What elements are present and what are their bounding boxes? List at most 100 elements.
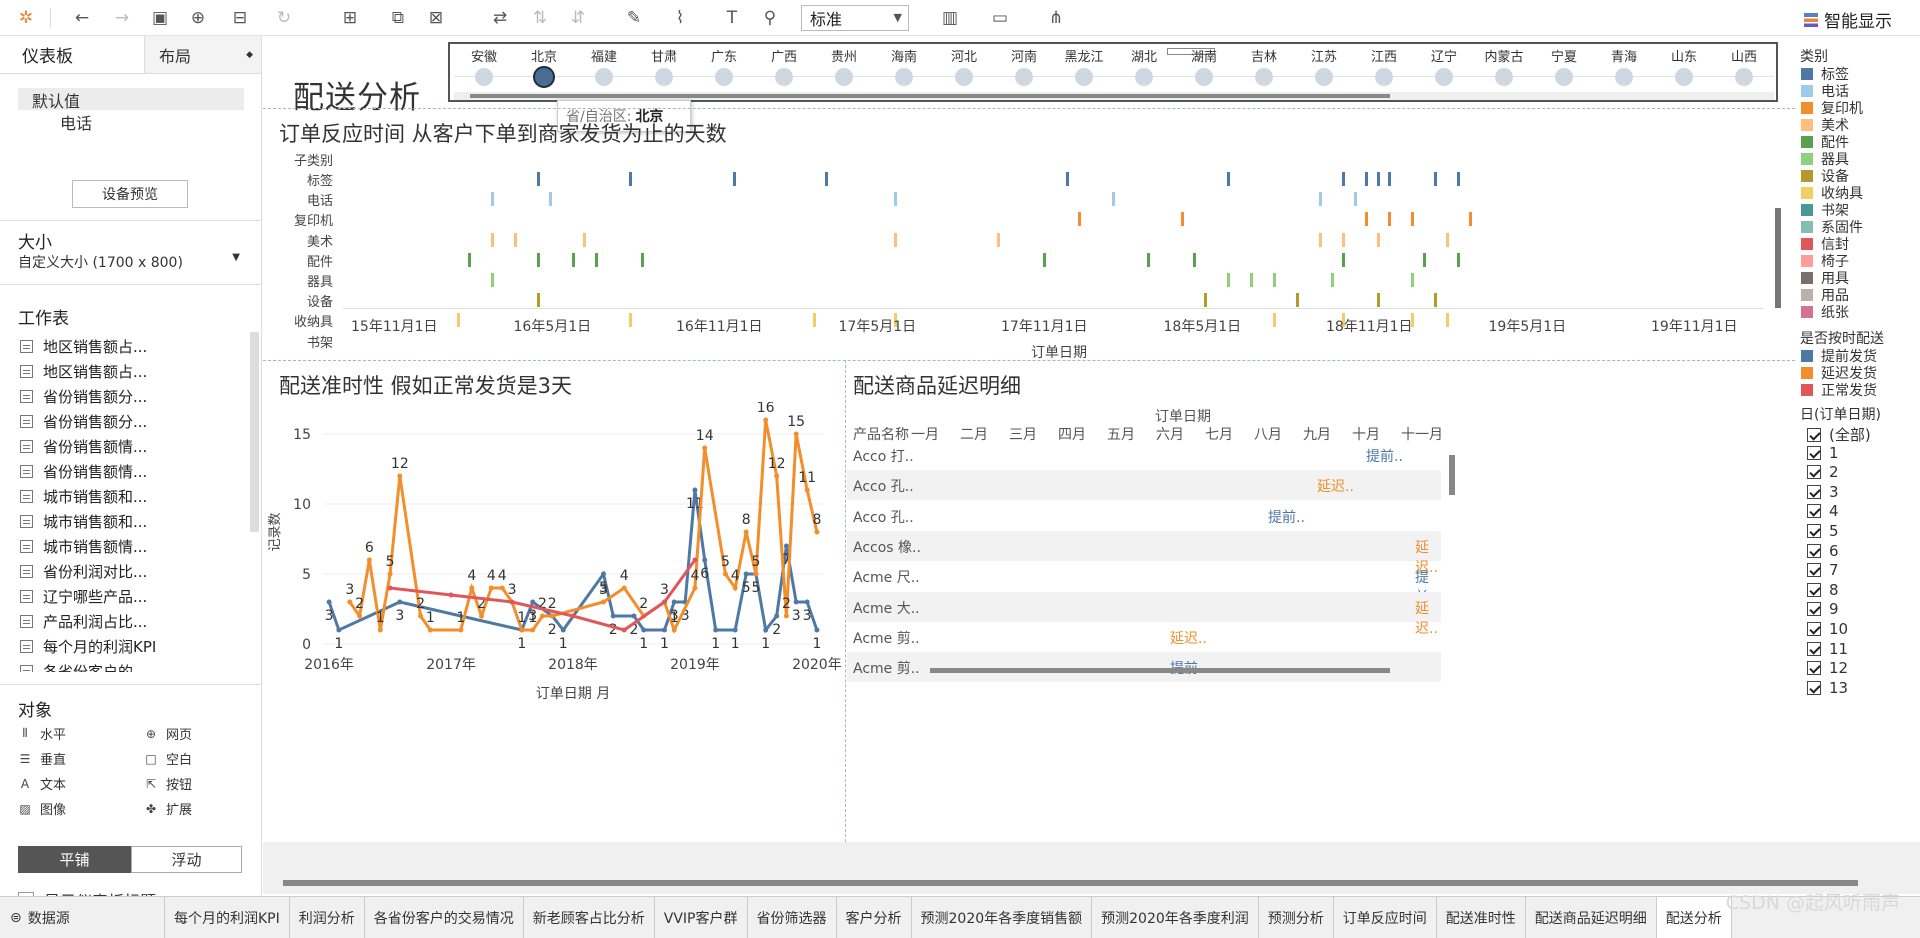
new-datasource-icon[interactable]: ⊕ <box>186 6 210 30</box>
sheet-tab[interactable]: 订单反应时间 <box>1334 897 1437 938</box>
share-icon[interactable]: ⋔ <box>1044 6 1068 30</box>
object-vertical[interactable]: ☰ 垂直 <box>18 749 66 769</box>
day-checkbox[interactable]: 11 <box>1807 640 1848 658</box>
table-row[interactable]: Acco 孔.. 提前.. <box>847 501 1441 531</box>
day-checkbox[interactable]: 8 <box>1807 581 1839 599</box>
tile-button[interactable]: 平铺 <box>18 846 131 873</box>
sheet-tab[interactable]: 客户分析 <box>837 897 912 938</box>
sheet-tab[interactable]: 省份筛选器 <box>748 897 837 938</box>
sheet-item[interactable]: 省份销售额分... <box>20 384 250 409</box>
size-select[interactable]: 自定义大小 (1700 x 800) ▼ <box>18 252 244 272</box>
day-checkbox[interactable]: 10 <box>1807 620 1848 638</box>
canvas-h-scrollbar[interactable] <box>283 880 1858 886</box>
sheet-item[interactable]: 产品利润占比... <box>20 609 250 634</box>
highlight-icon[interactable]: ✎ <box>622 6 646 30</box>
sheet-tab[interactable]: 预测分析 <box>1259 897 1334 938</box>
refresh-icon[interactable]: ↻ <box>272 6 296 30</box>
delay-scrollbar[interactable] <box>1449 455 1455 495</box>
pause-update-icon[interactable]: ⊟ <box>228 6 252 30</box>
tableau-logo-icon[interactable]: ✲ <box>14 6 38 30</box>
day-checkbox[interactable]: 2 <box>1807 463 1839 481</box>
sheet-item[interactable]: 省份销售额情... <box>20 434 250 459</box>
sheet-tab[interactable]: 预测2020年各季度销售额 <box>912 897 1093 938</box>
day-checkbox[interactable]: 3 <box>1807 483 1839 501</box>
sheet-tab[interactable]: 配送准时性 <box>1437 897 1526 938</box>
object-button[interactable]: ⇱ 按钮 <box>144 774 192 794</box>
clear-sheet-icon[interactable]: ⊠ <box>424 6 448 30</box>
undo-icon[interactable]: ← <box>70 6 94 30</box>
day-checkbox[interactable]: 4 <box>1807 502 1839 520</box>
tab-layout[interactable]: 布局 ◆ <box>144 36 261 73</box>
sheet-tab[interactable]: VVIP客户群 <box>655 897 748 938</box>
day-checkbox[interactable]: 12 <box>1807 659 1848 677</box>
day-label: 13 <box>1829 678 1849 697</box>
sheet-tab[interactable]: 配送分析 <box>1656 897 1732 938</box>
worksheet-icon <box>20 565 33 578</box>
sheet-tab[interactable]: 利润分析 <box>290 897 365 938</box>
table-row[interactable]: Acme 尺..提前.. <box>847 561 1441 606</box>
day-checkbox[interactable]: 9 <box>1807 600 1839 618</box>
table-row[interactable]: Acco 打.. 提前.. <box>847 440 1441 470</box>
sheet-tab[interactable]: 配送商品延迟明细 <box>1526 897 1657 938</box>
show-me-chart-icon[interactable]: ▥ <box>938 6 962 30</box>
device-phone[interactable]: 电话 <box>18 110 244 134</box>
day-checkbox[interactable]: 13 <box>1807 679 1848 697</box>
day-checkbox[interactable]: 5 <box>1807 522 1839 540</box>
delay-h-scrollbar[interactable] <box>930 668 1390 673</box>
object-webpage[interactable]: ⊕ 网页 <box>144 724 192 744</box>
float-button[interactable]: 浮动 <box>131 846 242 873</box>
day-checkbox[interactable]: 6 <box>1807 542 1839 560</box>
legend-swatch <box>1801 350 1813 362</box>
pin-icon[interactable]: ⚲ <box>758 6 782 30</box>
smart-show-button[interactable]: 智能显示 <box>1804 7 1892 32</box>
swap-icon[interactable]: ⇄ <box>488 6 512 30</box>
sheet-item[interactable]: 城市销售额和... <box>20 484 250 509</box>
object-text[interactable]: A 文本 <box>18 774 66 794</box>
sort-desc-icon[interactable]: ⇵ <box>566 6 590 30</box>
object-horizontal[interactable]: ⫴ 水平 <box>18 724 66 743</box>
view-size-select[interactable]: 标准 ▼ <box>801 5 909 31</box>
day-checkbox[interactable]: (全部) <box>1807 424 1871 445</box>
sheet-item[interactable]: 城市销售额和... <box>20 509 250 534</box>
sheet-item[interactable]: 各省份客户的... <box>20 659 250 672</box>
sheet-tab[interactable]: 新老顾客占比分析 <box>524 897 655 938</box>
text-icon: A <box>20 776 30 791</box>
sheet-item[interactable]: 省份销售额情... <box>20 459 250 484</box>
day-checkbox[interactable]: 1 <box>1807 444 1839 462</box>
sort-asc-icon[interactable]: ⇅ <box>528 6 552 30</box>
legend-item[interactable]: 正常发货 <box>1801 380 1877 400</box>
table-row[interactable]: Acme 大.. 延迟.. <box>847 591 1441 637</box>
legend-item[interactable]: 纸张 <box>1801 302 1849 322</box>
object-blank[interactable]: □ 空白 <box>144 749 192 769</box>
sheet-tab[interactable]: 预测2020年各季度利润 <box>1092 897 1259 938</box>
new-sheet-icon[interactable]: ⊞ <box>338 6 362 30</box>
table-row[interactable]: Acco 孔.. 延迟.. <box>847 470 1441 501</box>
sheet-tab[interactable]: 各省份客户的交易情况 <box>365 897 524 938</box>
presentation-icon[interactable]: ▭ <box>988 6 1012 30</box>
sheet-item[interactable]: 省份销售额分... <box>20 409 250 434</box>
table-row[interactable]: Accos 橡.. 延迟.. <box>847 530 1441 576</box>
object-image[interactable]: ▨ 图像 <box>18 799 66 819</box>
save-icon[interactable]: ▣ <box>148 6 172 30</box>
sheets-scrollbar[interactable] <box>250 332 259 532</box>
tab-dashboard[interactable]: 仪表板 <box>0 36 144 73</box>
sheet-item[interactable]: 城市销售额情... <box>20 534 250 559</box>
tab-datasource[interactable]: ⊜ 数据源 <box>0 897 165 938</box>
sheet-item[interactable]: 省份利润对比... <box>20 559 250 584</box>
sheet-item[interactable]: 辽宁哪些产品... <box>20 584 250 609</box>
duplicate-icon[interactable]: ⧉ <box>386 6 410 30</box>
device-preview-button[interactable]: 设备预览 <box>72 180 188 208</box>
table-row[interactable]: Acme 剪.. 延迟.. <box>847 622 1441 652</box>
sheet-item[interactable]: 地区销售额占... <box>20 334 250 359</box>
label-icon[interactable]: T <box>720 6 744 30</box>
sheet-item[interactable]: 地区销售额占... <box>20 359 250 384</box>
sheet-item[interactable]: 每个月的利润KPI <box>20 634 250 659</box>
sheet-tab[interactable]: 每个月的利润KPI <box>165 897 290 938</box>
group-icon[interactable]: ⌇ <box>668 6 692 30</box>
object-extension[interactable]: ✤ 扩展 <box>144 799 192 819</box>
redo-icon[interactable]: → <box>110 6 134 30</box>
checkbox-icon <box>1807 465 1821 480</box>
checkbox-icon <box>1807 622 1821 636</box>
device-default[interactable]: 默认值 <box>18 88 244 111</box>
day-checkbox[interactable]: 7 <box>1807 561 1839 579</box>
